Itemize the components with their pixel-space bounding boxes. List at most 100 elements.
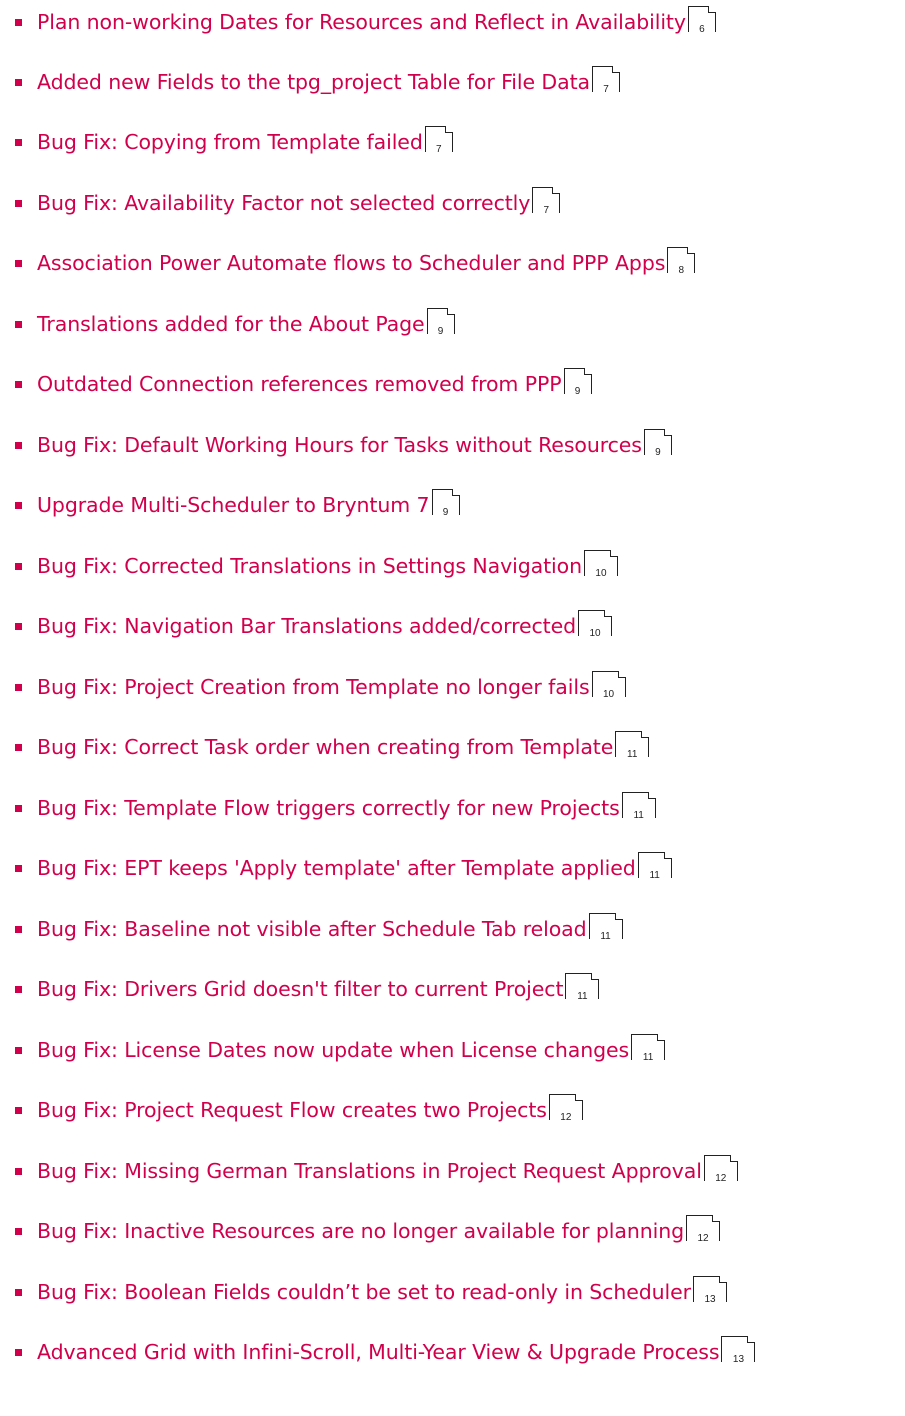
toc-link[interactable]: Bug Fix: Project Request Flow creates tw… (37, 1100, 547, 1121)
page-number: 11 (627, 749, 638, 760)
folded-corner-icon (591, 973, 600, 980)
bullet-icon (15, 501, 22, 509)
page-number-box: 9 (563, 368, 592, 397)
page-number-box: 8 (667, 247, 696, 276)
toc-entry[interactable]: Bug Fix: Missing German Translations in … (0, 1151, 738, 1191)
toc-link[interactable]: Bug Fix: Boolean Fields couldn’t be set … (37, 1282, 691, 1303)
page-number: 13 (704, 1294, 716, 1305)
toc-entry[interactable]: Bug Fix: Corrected Translations in Setti… (0, 546, 618, 586)
toc-link[interactable]: Bug Fix: Template Flow triggers correctl… (37, 798, 620, 819)
folded-corner-icon (687, 247, 696, 254)
toc-entry[interactable]: Bug Fix: Default Working Hours for Tasks… (0, 425, 672, 465)
bullet-icon (15, 562, 22, 570)
folded-corner-icon (552, 187, 561, 194)
toc-entry[interactable]: Advanced Grid with Infini-Scroll, Multi-… (0, 1332, 756, 1372)
page-number-box: 6 (687, 6, 716, 35)
page-number-box: 9 (426, 308, 455, 337)
folded-corner-icon (663, 429, 672, 436)
page-number: 9 (442, 507, 449, 518)
folded-corner-icon (657, 1034, 666, 1041)
toc-entry[interactable]: Bug Fix: Availability Factor not selecte… (0, 183, 561, 223)
toc-link[interactable]: Outdated Connection references removed f… (37, 374, 562, 395)
toc-entry[interactable]: Bug Fix: Baseline not visible after Sche… (0, 909, 623, 949)
toc-link[interactable]: Bug Fix: Correct Task order when creatin… (37, 737, 613, 758)
toc-link[interactable]: Bug Fix: Copying from Template failed (37, 132, 423, 153)
toc-entry[interactable]: Outdated Connection references removed f… (0, 364, 592, 404)
toc-entry[interactable]: Bug Fix: Drivers Grid doesn't filter to … (0, 969, 600, 1009)
page-number-box: 7 (591, 66, 620, 95)
bullet-icon (15, 743, 22, 751)
folded-corner-icon (663, 852, 672, 859)
page-number-box: 11 (637, 852, 672, 881)
page-number-box: 11 (615, 731, 650, 760)
page-number-box: 7 (424, 126, 453, 155)
folded-corner-icon (729, 1155, 738, 1162)
page-number-box: 12 (703, 1155, 738, 1184)
page-number: 12 (697, 1233, 709, 1244)
folded-corner-icon (446, 308, 455, 315)
bullet-icon (15, 138, 22, 146)
page-number: 9 (655, 447, 661, 458)
page-number-box: 13 (693, 1276, 727, 1305)
bullet-icon (15, 864, 22, 872)
toc-entry[interactable]: Bug Fix: Project Request Flow creates tw… (0, 1090, 583, 1130)
page-number: 7 (603, 84, 609, 95)
folded-corner-icon (583, 368, 592, 375)
page-number: 10 (602, 689, 615, 700)
bullet-icon (15, 380, 22, 388)
page-number: 7 (543, 205, 550, 216)
bullet-icon (15, 683, 22, 691)
folded-corner-icon (707, 6, 716, 13)
page-number: 11 (577, 991, 588, 1002)
bullet-icon (15, 1348, 22, 1356)
toc-entry[interactable]: Bug Fix: License Dates now update when L… (0, 1030, 666, 1070)
page-number: 7 (435, 144, 442, 155)
folded-corner-icon (604, 610, 613, 617)
toc-link[interactable]: Advanced Grid with Infini-Scroll, Multi-… (37, 1342, 720, 1363)
page-number: 12 (560, 1112, 572, 1123)
toc-entry[interactable]: Bug Fix: Copying from Template failed 7 (0, 122, 453, 162)
toc-link[interactable]: Association Power Automate flows to Sche… (37, 253, 665, 274)
toc-link[interactable]: Added new Fields to the tpg_project Tabl… (37, 72, 590, 93)
toc-link[interactable]: Bug Fix: Corrected Translations in Setti… (37, 556, 582, 577)
toc-entry[interactable]: Bug Fix: Project Creation from Template … (0, 667, 626, 707)
folded-corner-icon (712, 1215, 721, 1222)
page-number-box: 11 (621, 792, 656, 821)
toc-link[interactable]: Translations added for the About Page (37, 314, 425, 335)
toc-link[interactable]: Bug Fix: Project Creation from Template … (37, 677, 590, 698)
toc-entry[interactable]: Bug Fix: Correct Task order when creatin… (0, 727, 650, 767)
toc-entry[interactable]: Bug Fix: Navigation Bar Translations add… (0, 606, 613, 646)
bullet-icon (15, 259, 22, 267)
toc-link[interactable]: Bug Fix: Inactive Resources are no longe… (37, 1221, 684, 1242)
toc-entry[interactable]: Bug Fix: Boolean Fields couldn’t be set … (0, 1272, 727, 1312)
toc-link[interactable]: Plan non-working Dates for Resources and… (37, 12, 686, 33)
bullet-icon (15, 1046, 22, 1054)
toc-link[interactable]: Bug Fix: Drivers Grid doesn't filter to … (37, 979, 563, 1000)
toc-link[interactable]: Bug Fix: License Dates now update when L… (37, 1040, 629, 1061)
toc-entry[interactable]: Bug Fix: Inactive Resources are no longe… (0, 1211, 721, 1251)
toc-entry[interactable]: Bug Fix: EPT keeps 'Apply template' afte… (0, 848, 672, 888)
toc-entry[interactable]: Association Power Automate flows to Sche… (0, 243, 696, 283)
bullet-icon (15, 1167, 22, 1175)
toc-entry[interactable]: Added new Fields to the tpg_project Tabl… (0, 62, 620, 102)
page-number: 11 (633, 810, 644, 821)
toc-link[interactable]: Bug Fix: Availability Factor not selecte… (37, 193, 530, 214)
toc-link[interactable]: Upgrade Multi-Scheduler to Bryntum 7 (37, 495, 430, 516)
toc-entry[interactable]: Upgrade Multi-Scheduler to Bryntum 7 9 (0, 485, 460, 525)
toc-link[interactable]: Bug Fix: Baseline not visible after Sche… (37, 919, 587, 940)
toc-link[interactable]: Bug Fix: Default Working Hours for Tasks… (37, 435, 642, 456)
toc-link[interactable]: Bug Fix: Navigation Bar Translations add… (37, 616, 576, 637)
page-number: 9 (437, 326, 444, 337)
folded-corner-icon (614, 913, 623, 920)
page-number: 10 (595, 568, 607, 579)
bullet-icon (15, 985, 22, 993)
toc-link[interactable]: Bug Fix: Missing German Translations in … (37, 1161, 702, 1182)
toc-entry[interactable]: Bug Fix: Template Flow triggers correctl… (0, 788, 656, 828)
folded-corner-icon (647, 792, 656, 799)
page-number: 11 (642, 1052, 654, 1063)
toc-entry[interactable]: Plan non-working Dates for Resources and… (0, 2, 716, 42)
toc-entry[interactable]: Translations added for the About Page 9 (0, 304, 455, 344)
toc-link[interactable]: Bug Fix: EPT keeps 'Apply template' afte… (37, 858, 636, 879)
folded-corner-icon (719, 1276, 727, 1283)
folded-corner-icon (747, 1336, 756, 1343)
